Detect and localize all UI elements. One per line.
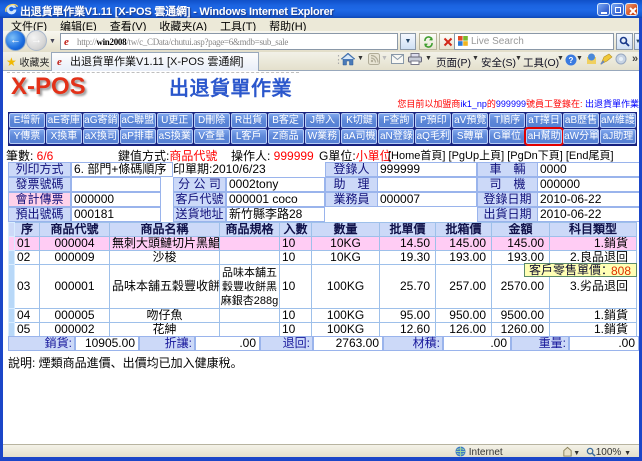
svg-text:?: ? [569,56,574,65]
